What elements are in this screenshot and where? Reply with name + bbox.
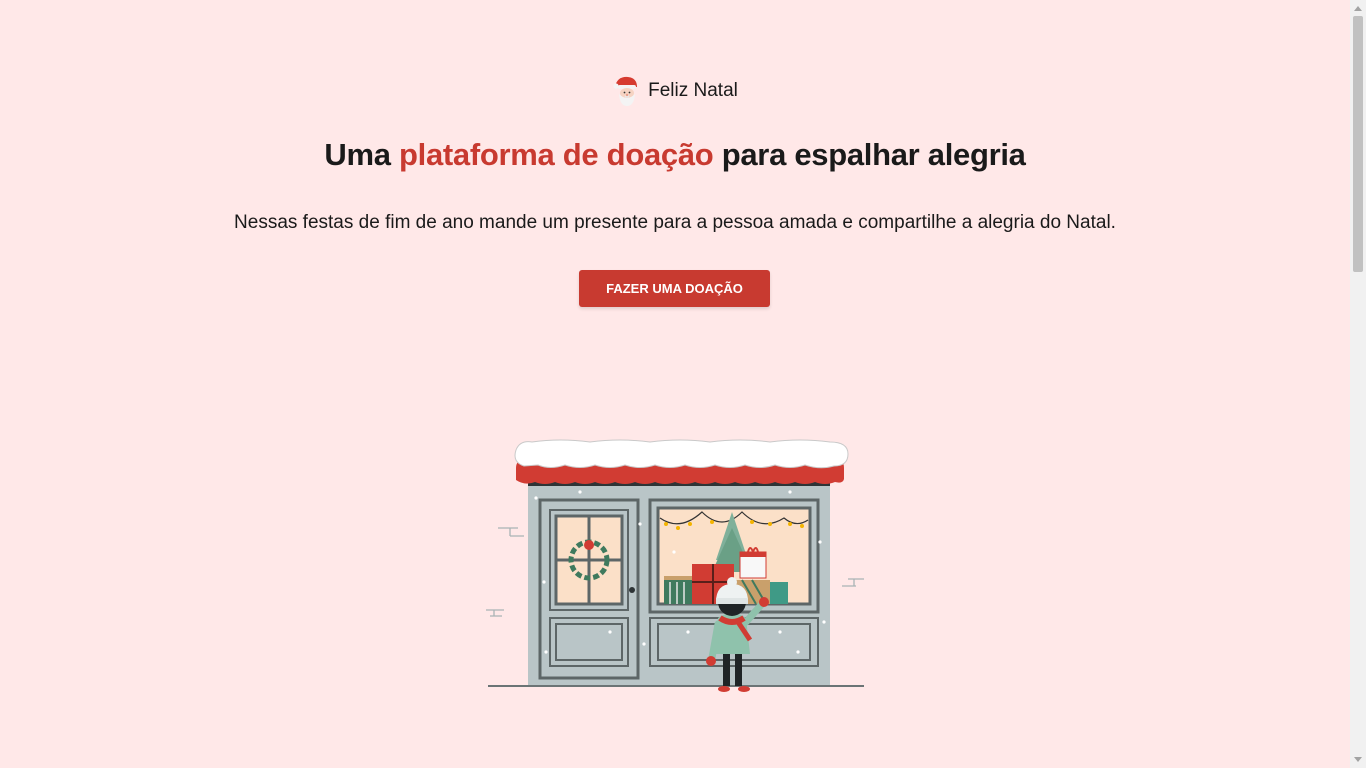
brand-name: Feliz Natal xyxy=(648,80,738,101)
headline-accent: plataforma de doação xyxy=(399,137,714,172)
santa-claus-icon xyxy=(613,76,638,106)
donate-button[interactable]: FAZER UMA DOAÇÃO xyxy=(579,270,770,307)
headline-end: para espalhar alegria xyxy=(713,137,1026,172)
scroll-down-arrow-icon[interactable] xyxy=(1354,757,1362,762)
scroll-up-arrow-icon[interactable] xyxy=(1354,6,1362,11)
page-title: Uma plataforma de doação para espalhar a… xyxy=(0,137,1350,173)
hero-description: Nessas festas de fim de ano mande um pre… xyxy=(234,212,1116,233)
landing-page: Feliz Natal Uma plataforma de doação par… xyxy=(0,0,1350,768)
headline-start: Uma xyxy=(324,137,399,172)
scrollbar-thumb[interactable] xyxy=(1353,16,1363,272)
christmas-shop-window-illustration xyxy=(486,439,864,692)
brand: Feliz Natal xyxy=(0,74,1350,108)
page-scrollbar[interactable] xyxy=(1350,0,1366,768)
